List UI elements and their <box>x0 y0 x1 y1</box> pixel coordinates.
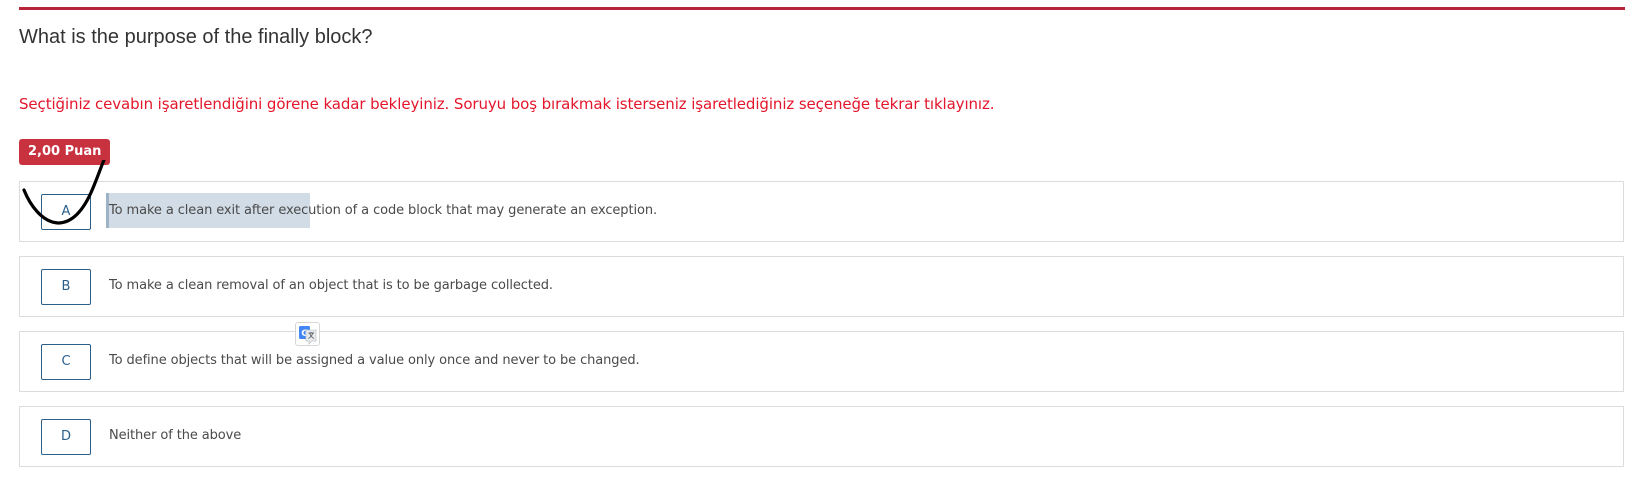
option-letter-b[interactable]: B <box>41 269 91 305</box>
option-text-c[interactable]: To define objects that will be assigned … <box>109 353 640 368</box>
option-text-a[interactable]: To make a clean exit after execution of … <box>109 203 657 218</box>
points-badge: 2,00 Puan <box>19 139 111 165</box>
option-c[interactable]: C To define objects that will be assigne… <box>19 331 1624 392</box>
option-a[interactable]: A To make a clean exit after execution o… <box>19 181 1624 242</box>
option-b[interactable]: B To make a clean removal of an object t… <box>19 256 1624 317</box>
option-text-b[interactable]: To make a clean removal of an object tha… <box>109 278 553 293</box>
option-letter-d[interactable]: D <box>41 419 91 455</box>
option-d[interactable]: D Neither of the above <box>19 406 1624 467</box>
option-text-d[interactable]: Neither of the above <box>109 428 241 443</box>
question-title: What is the purpose of the finally block… <box>19 26 373 48</box>
option-letter-a[interactable]: A <box>41 194 91 230</box>
top-divider <box>19 7 1625 10</box>
google-translate-icon[interactable]: G <box>295 322 320 346</box>
instruction-text: Seçtiğiniz cevabın işaretlendiğini gören… <box>19 95 995 113</box>
option-letter-c[interactable]: C <box>41 344 91 380</box>
